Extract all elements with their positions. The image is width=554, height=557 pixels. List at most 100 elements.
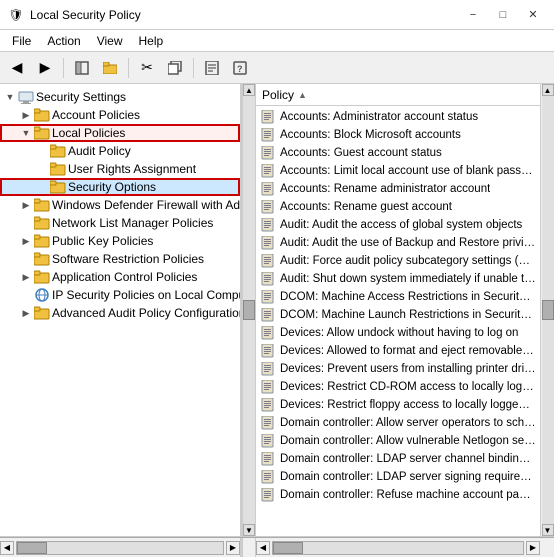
- expand-icon: ▶: [18, 233, 34, 249]
- menu-file[interactable]: File: [4, 32, 39, 50]
- policy-item[interactable]: Audit: Force audit policy subcategory se…: [256, 252, 540, 270]
- computer-icon: [18, 90, 34, 104]
- policy-item[interactable]: Accounts: Limit local account use of bla…: [256, 162, 540, 180]
- properties-button[interactable]: [199, 55, 225, 81]
- tree-item-software-restriction[interactable]: ▶ Software Restriction Policies: [0, 250, 240, 268]
- title-bar-buttons: − □ ✕: [460, 5, 546, 25]
- help-button[interactable]: ?: [227, 55, 253, 81]
- tree-folder-icon: [50, 161, 66, 177]
- expand-icon: ▶: [18, 305, 34, 321]
- policy-horizontal-scroll[interactable]: ◀ ▶: [256, 538, 540, 557]
- policy-item[interactable]: Accounts: Administrator account status: [256, 108, 540, 126]
- policy-item[interactable]: Accounts: Rename guest account: [256, 198, 540, 216]
- policy-item[interactable]: Domain controller: LDAP server channel b…: [256, 450, 540, 468]
- show-hide-button[interactable]: [69, 55, 95, 81]
- forward-button[interactable]: ▶: [32, 55, 58, 81]
- menu-view[interactable]: View: [89, 32, 131, 50]
- folder-icon-svg: [34, 108, 50, 122]
- tree-folder-icon: [34, 251, 50, 267]
- tree-folder-icon: [50, 179, 66, 195]
- tree-label: Security Options: [68, 180, 156, 194]
- menu-action[interactable]: Action: [39, 32, 88, 50]
- expand-icon: ▶: [18, 107, 34, 123]
- policy-item-label: Accounts: Rename guest account: [280, 201, 452, 213]
- policy-item[interactable]: Devices: Allowed to format and eject rem…: [256, 342, 540, 360]
- policy-item[interactable]: Accounts: Guest account status: [256, 144, 540, 162]
- maximize-button[interactable]: □: [490, 5, 516, 25]
- tree-item-public-key[interactable]: ▶ Public Key Policies: [0, 232, 240, 250]
- folder-icon-svg: [34, 234, 50, 248]
- back-button[interactable]: ◀: [4, 55, 30, 81]
- policy-item[interactable]: Devices: Restrict CD-ROM access to local…: [256, 378, 540, 396]
- policy-h-scrollbar[interactable]: [272, 541, 524, 555]
- policy-doc-icon: [261, 452, 275, 466]
- policy-doc-icon: [261, 236, 275, 250]
- copy-button[interactable]: [162, 55, 188, 81]
- policy-item[interactable]: Accounts: Rename administrator account: [256, 180, 540, 198]
- scroll-down-arrow[interactable]: ▼: [243, 524, 255, 536]
- tree-item-advanced-audit[interactable]: ▶ Advanced Audit Policy Configuration: [0, 304, 240, 322]
- policy-doc-icon: [261, 128, 275, 142]
- policy-item[interactable]: Audit: Shut down system immediately if u…: [256, 270, 540, 288]
- tree-item-windows-defender[interactable]: ▶ Windows Defender Firewall with Adva...: [0, 196, 240, 214]
- tree-item-audit-policy[interactable]: ▶ Audit Policy: [0, 142, 240, 160]
- policy-item[interactable]: Devices: Restrict floppy access to local…: [256, 396, 540, 414]
- policy-item[interactable]: Domain controller: Allow vulnerable Netl…: [256, 432, 540, 450]
- policy-scrollbar[interactable]: ▲ ▼: [540, 84, 554, 536]
- toolbar-separator-1: [63, 58, 64, 78]
- policy-item[interactable]: Domain controller: LDAP server signing r…: [256, 468, 540, 486]
- tree-label: Application Control Policies: [52, 270, 197, 284]
- folder-open-button[interactable]: [97, 55, 123, 81]
- policy-item-label: Devices: Allowed to format and eject rem…: [280, 345, 536, 357]
- tree-item-network-list[interactable]: ▶ Network List Manager Policies: [0, 214, 240, 232]
- policy-item[interactable]: Domain controller: Allow server operator…: [256, 414, 540, 432]
- policy-doc-icon: [261, 164, 275, 178]
- scroll-left-arrow[interactable]: ◀: [0, 541, 14, 555]
- tree-folder-icon: [34, 215, 50, 231]
- policy-key-icon: [260, 325, 276, 341]
- tree-item-security-settings[interactable]: ▼ Security Settings: [0, 88, 240, 106]
- expand-icon: ▶: [18, 269, 34, 285]
- scroll-left-arrow2[interactable]: ◀: [256, 541, 270, 555]
- toolbar-separator-2: [128, 58, 129, 78]
- tree-item-security-options[interactable]: ▶ Security Options: [0, 178, 240, 196]
- policy-item[interactable]: Devices: Prevent users from installing p…: [256, 360, 540, 378]
- policy-item-label: Audit: Force audit policy subcategory se…: [280, 255, 536, 267]
- policy-item[interactable]: Devices: Allow undock without having to …: [256, 324, 540, 342]
- policy-scroll-up[interactable]: ▲: [542, 84, 554, 96]
- tree-item-ip-security[interactable]: ▶ IP Security Policies on Local Compute.…: [0, 286, 240, 304]
- policy-item[interactable]: Audit: Audit the access of global system…: [256, 216, 540, 234]
- policy-key-icon: [260, 433, 276, 449]
- policy-doc-icon: [261, 146, 275, 160]
- minimize-button[interactable]: −: [460, 5, 486, 25]
- tree-label: Audit Policy: [68, 144, 131, 158]
- close-button[interactable]: ✕: [520, 5, 546, 25]
- cut-button[interactable]: ✂: [134, 55, 160, 81]
- tree-scrollbar[interactable]: ▲ ▼: [242, 84, 256, 536]
- scroll-right-arrow[interactable]: ▶: [226, 541, 240, 555]
- scroll-right-arrow2[interactable]: ▶: [526, 541, 540, 555]
- policy-key-icon: [260, 343, 276, 359]
- menu-help[interactable]: Help: [131, 32, 172, 50]
- tree-label: Account Policies: [52, 108, 140, 122]
- policy-item[interactable]: DCOM: Machine Access Restrictions in Sec…: [256, 288, 540, 306]
- tree-item-app-control[interactable]: ▶ Application Control Policies: [0, 268, 240, 286]
- tree-horizontal-scroll[interactable]: ◀ ▶: [0, 538, 242, 557]
- toolbar-separator-3: [193, 58, 194, 78]
- copy-icon: [168, 61, 182, 75]
- policy-item[interactable]: Audit: Audit the use of Backup and Resto…: [256, 234, 540, 252]
- policy-item[interactable]: DCOM: Machine Launch Restrictions in Sec…: [256, 306, 540, 324]
- policy-scroll-down[interactable]: ▼: [542, 524, 554, 536]
- policy-doc-icon: [261, 182, 275, 196]
- tree-item-local-policies[interactable]: ▼ Local Policies: [0, 124, 240, 142]
- tree-h-scrollbar[interactable]: [16, 541, 224, 555]
- tree-item-account-policies[interactable]: ▶ Account Policies: [0, 106, 240, 124]
- tree-h-scrollbar-thumb: [17, 542, 47, 554]
- policy-item[interactable]: Domain controller: Refuse machine accoun…: [256, 486, 540, 504]
- tree-item-user-rights[interactable]: ▶ User Rights Assignment: [0, 160, 240, 178]
- policy-key-icon: [260, 163, 276, 179]
- tree-label: User Rights Assignment: [68, 162, 196, 176]
- scroll-up-arrow[interactable]: ▲: [243, 84, 255, 96]
- policy-item[interactable]: Accounts: Block Microsoft accounts: [256, 126, 540, 144]
- policy-item-label: Accounts: Guest account status: [280, 147, 442, 159]
